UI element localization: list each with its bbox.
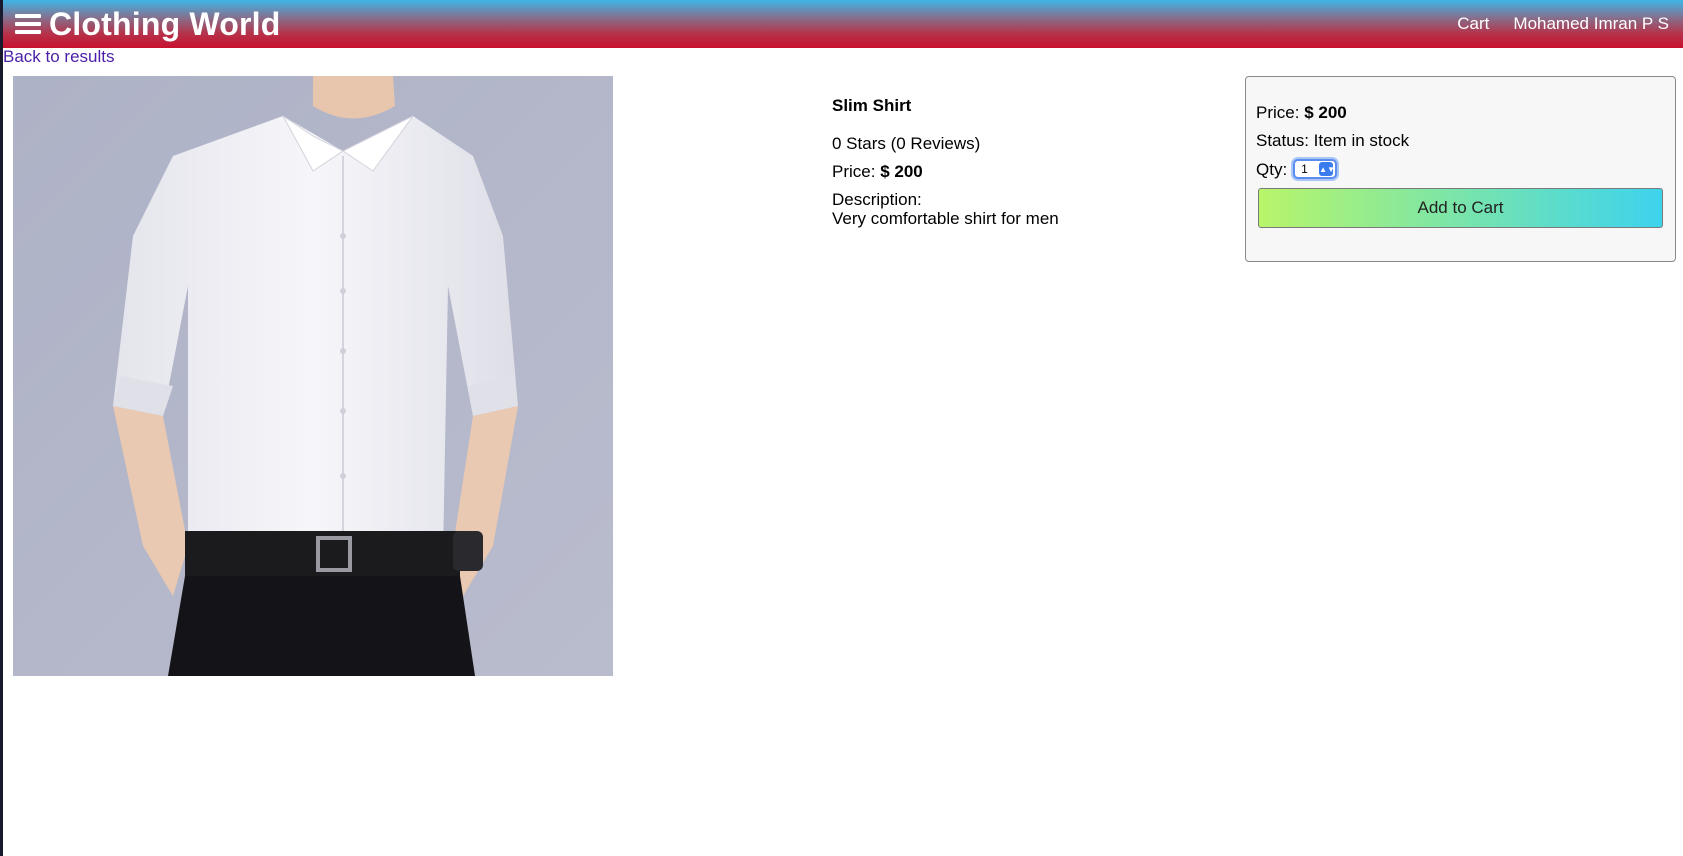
cart-link[interactable]: Cart (1457, 14, 1489, 34)
card-price-row: Price: $ 200 (1256, 103, 1665, 122)
select-arrows-icon: ▲▼ (1319, 162, 1335, 176)
user-menu-link[interactable]: Mohamed Imran P S (1513, 14, 1669, 34)
card-price-value: $ 200 (1304, 103, 1347, 122)
product-image (13, 76, 613, 676)
qty-value: 1 (1301, 161, 1308, 176)
card-qty-row: Qty: 1 ▲▼ (1256, 159, 1665, 179)
product-details: Slim Shirt 0 Stars (0 Reviews) Price: $ … (832, 96, 1212, 237)
purchase-card: Price: $ 200 Status: Item in stock Qty: … (1245, 76, 1676, 262)
product-price-label: Price: (832, 162, 876, 181)
card-status-value: Item in stock (1313, 131, 1410, 150)
qty-label: Qty: (1256, 159, 1288, 179)
card-status-label: Status: (1256, 131, 1309, 150)
add-to-cart-button[interactable]: Add to Cart (1258, 188, 1663, 228)
header-links: Cart Mohamed Imran P S (1457, 14, 1669, 34)
back-to-results-link[interactable]: Back to results (3, 47, 115, 67)
product-description-text: Very comfortable shirt for men (832, 209, 1059, 228)
shirt-photo (13, 76, 613, 676)
product-price-value: $ 200 (880, 162, 923, 181)
page: Clothing World Cart Mohamed Imran P S Ba… (0, 0, 1683, 856)
brand: Clothing World (15, 6, 281, 43)
hamburger-icon[interactable] (15, 14, 41, 34)
product-price-row: Price: $ 200 (832, 162, 1212, 181)
brand-name[interactable]: Clothing World (49, 6, 281, 43)
header-bar: Clothing World Cart Mohamed Imran P S (3, 0, 1683, 48)
product-rating: 0 Stars (0 Reviews) (832, 134, 981, 153)
card-price-label: Price: (1256, 103, 1300, 122)
card-status-row: Status: Item in stock (1256, 131, 1665, 150)
product-description-block: Description: Very comfortable shirt for … (832, 190, 1212, 228)
product-name: Slim Shirt (832, 96, 912, 115)
product-description-label: Description: (832, 190, 922, 209)
qty-select[interactable]: 1 ▲▼ (1293, 159, 1338, 179)
